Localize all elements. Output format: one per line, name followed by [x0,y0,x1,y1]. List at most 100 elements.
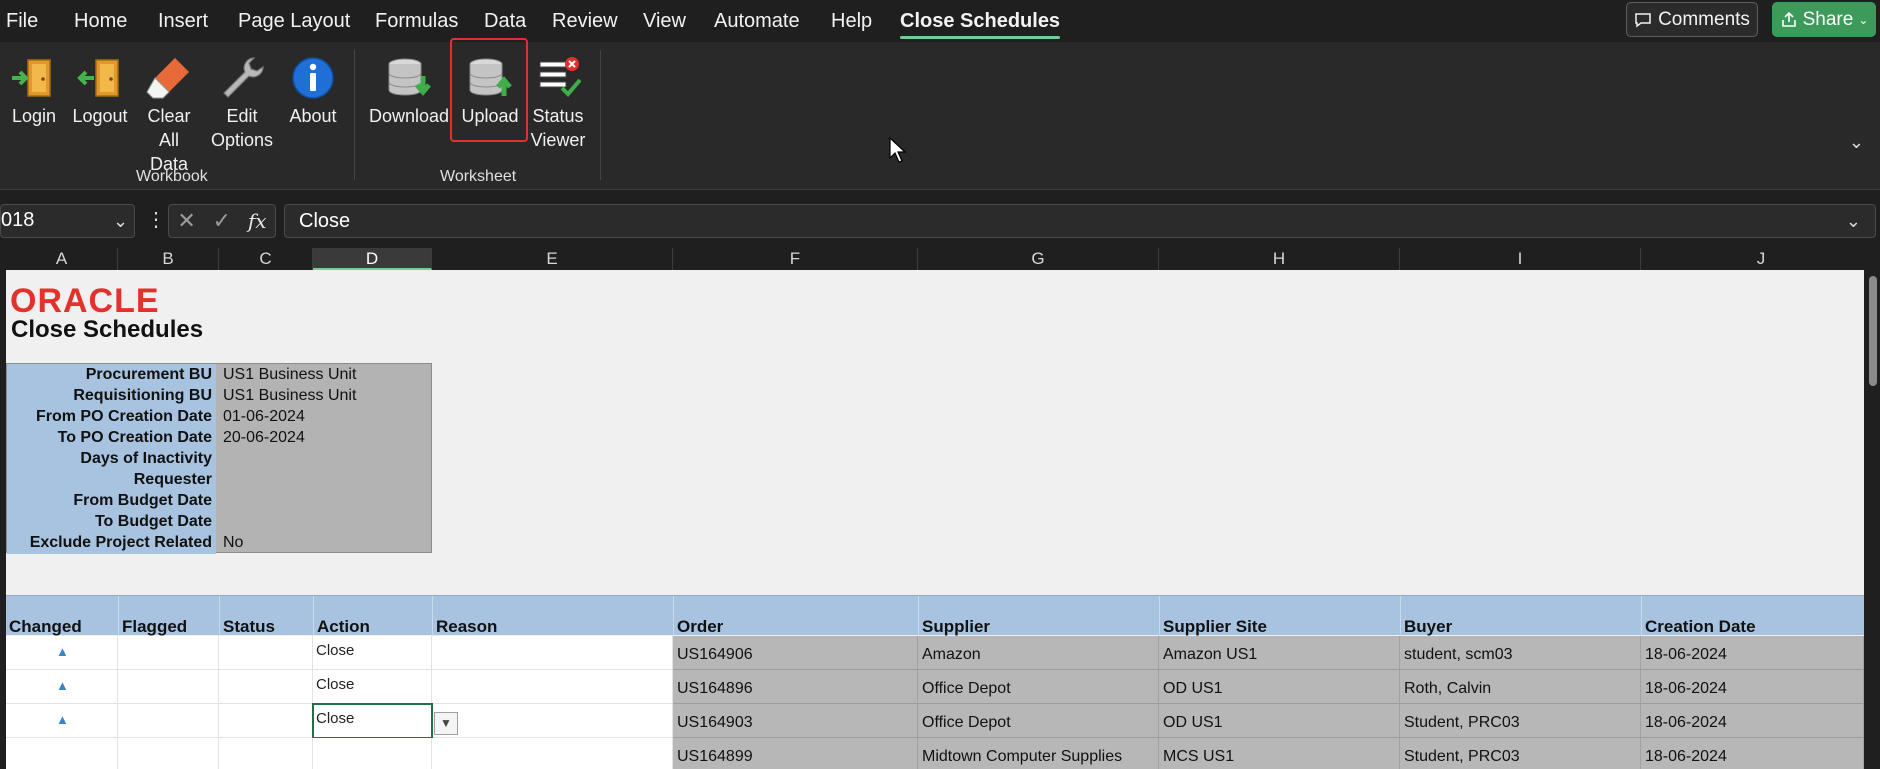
cell-creation-date[interactable]: 18-06-2024 [1641,704,1864,738]
workbook-group-label: Workbook [136,168,208,185]
more-options-icon[interactable]: ⋮ [146,207,166,232]
header-separator [313,596,314,636]
header-buyer: Buyer [1404,617,1453,636]
menu-data[interactable]: Data [484,10,526,33]
logout-button[interactable]: Logout [70,54,130,128]
cell-flagged[interactable] [118,738,219,769]
name-box[interactable]: 018 ⌄ [0,204,135,238]
cell-changed[interactable]: ▲ [6,636,118,670]
column-header-d[interactable]: D [313,248,432,270]
param-value[interactable]: US1 Business Unit [223,366,356,384]
menu-help[interactable]: Help [831,10,872,33]
cell-changed[interactable]: ▲ [6,704,118,738]
column-header-a[interactable]: A [6,248,118,270]
login-button[interactable]: Login [10,54,58,128]
cell-buyer[interactable]: Student, PRC03 [1400,704,1641,738]
table-row: ▲ Close US164906 Amazon Amazon US1 stude… [6,636,1864,670]
cell-reason[interactable] [432,670,673,704]
ribbon-collapse-icon[interactable]: ⌄ [1849,132,1864,153]
column-header-h[interactable]: H [1159,248,1400,270]
cell-status[interactable] [219,636,313,670]
cell-supplier-site[interactable]: OD US1 [1159,704,1400,738]
scrollbar-thumb[interactable] [1869,276,1877,386]
column-header-c[interactable]: C [219,248,313,270]
param-row: Exclude Project Related No [7,534,433,555]
cell-buyer[interactable]: Student, PRC03 [1400,738,1641,769]
worksheet[interactable]: ORACLE Close Schedules Procurement BU US1… [6,270,1864,769]
menu-home[interactable]: Home [74,10,127,33]
cell-order[interactable]: US164906 [673,636,918,670]
column-header-i[interactable]: I [1400,248,1641,270]
param-value[interactable]: No [223,534,243,552]
menu-close-schedules[interactable]: Close Schedules [900,10,1061,39]
cell-action[interactable] [313,738,432,769]
function-icon[interactable]: fx [248,209,267,233]
column-header-f[interactable]: F [673,248,918,270]
confirm-icon[interactable]: ✓ [213,208,231,234]
param-value[interactable]: 01-06-2024 [223,408,305,426]
cell-reason[interactable] [432,704,673,738]
cell-buyer[interactable]: student, scm03 [1400,636,1641,670]
status-label-2: Viewer [530,130,586,150]
param-value[interactable]: 20-06-2024 [223,429,305,447]
param-row: From PO Creation Date 01-06-2024 [7,408,433,429]
cell-changed[interactable]: ▲ [6,670,118,704]
cell-status[interactable] [219,738,313,769]
cell-order[interactable]: US164896 [673,670,918,704]
cell-supplier[interactable]: Office Depot [918,704,1159,738]
menu-formulas[interactable]: Formulas [375,10,458,33]
clear-all-data-button[interactable]: Clear All Data [138,54,200,176]
cell-creation-date[interactable]: 18-06-2024 [1641,636,1864,670]
about-button[interactable]: About [284,54,342,128]
status-viewer-button[interactable]: Status Viewer [528,54,588,152]
share-icon [1781,11,1796,27]
chevron-down-icon[interactable]: ⌄ [113,211,128,232]
menu-insert[interactable]: Insert [158,10,208,33]
column-header-j[interactable]: J [1641,248,1880,270]
menu-review[interactable]: Review [552,10,618,33]
cell-supplier[interactable]: Office Depot [918,670,1159,704]
download-label: Download [368,106,450,126]
vertical-scrollbar[interactable] [1866,270,1880,769]
cell-flagged[interactable] [118,670,219,704]
menu-file[interactable]: File [6,10,38,33]
cell-supplier[interactable]: Amazon [918,636,1159,670]
column-header-e[interactable]: E [432,248,673,270]
table-row: US164899 Midtown Computer Supplies MCS U… [6,738,1864,769]
dropdown-arrow-icon[interactable]: ▼ [434,712,458,735]
chevron-down-icon[interactable]: ⌄ [1846,211,1861,232]
column-header-g[interactable]: G [918,248,1159,270]
cell-status[interactable] [219,670,313,704]
cell-flagged[interactable] [118,704,219,738]
cell-supplier-site[interactable]: Amazon US1 [1159,636,1400,670]
column-header-b[interactable]: B [118,248,219,270]
cell-flagged[interactable] [118,636,219,670]
cell-order[interactable]: US164903 [673,704,918,738]
cell-action[interactable]: Close [313,670,432,704]
cell-status[interactable] [219,704,313,738]
menu-automate[interactable]: Automate [714,10,800,33]
edit-options-button[interactable]: Edit Options [208,54,276,152]
cell-order[interactable]: US164899 [673,738,918,769]
cell-supplier[interactable]: Midtown Computer Supplies [918,738,1159,769]
param-value[interactable]: US1 Business Unit [223,387,356,405]
formula-input[interactable]: Close ⌄ [284,204,1876,238]
cancel-icon[interactable]: ✕ [177,208,195,234]
cell-action[interactable]: Close [313,636,432,670]
cell-supplier-site[interactable]: MCS US1 [1159,738,1400,769]
cell-reason[interactable] [432,738,673,769]
download-button[interactable]: Download [368,54,450,128]
menu-view[interactable]: View [643,10,686,33]
cell-creation-date[interactable]: 18-06-2024 [1641,670,1864,704]
cell-supplier-site[interactable]: OD US1 [1159,670,1400,704]
eraser-icon [146,58,189,99]
menu-page-layout[interactable]: Page Layout [238,10,350,33]
comments-button[interactable]: Comments [1626,2,1758,37]
cell-changed[interactable] [6,738,118,769]
share-button[interactable]: Share ⌄ [1772,2,1876,37]
login-label: Login [11,106,57,126]
cell-buyer[interactable]: Roth, Calvin [1400,670,1641,704]
buyer-value: Student, PRC03 [1404,748,1520,765]
cell-reason[interactable] [432,636,673,670]
cell-creation-date[interactable]: 18-06-2024 [1641,738,1864,769]
